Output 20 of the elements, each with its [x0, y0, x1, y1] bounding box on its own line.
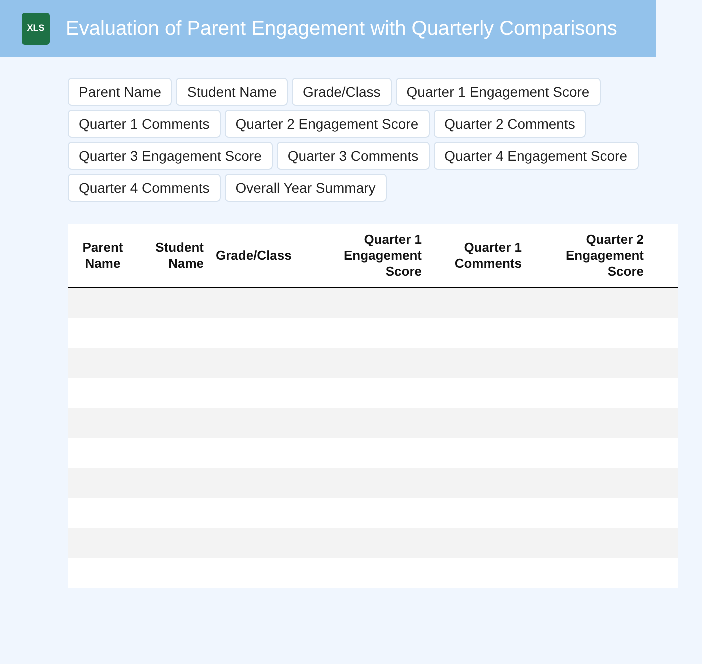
field-chip: Quarter 3 Comments [276, 142, 430, 170]
field-chip: Grade/Class [292, 78, 392, 106]
field-chip: Quarter 2 Comments [434, 110, 586, 138]
field-chip: Quarter 4 Engagement Score [434, 142, 638, 170]
column-header: Parent Name [82, 240, 124, 272]
page-title: Evaluation of Parent Engagement with Quarterly Comparisons [66, 16, 618, 42]
field-chip: Quarter 3 Engagement Score [68, 142, 273, 170]
field-chip: Overall Year Summary [224, 174, 387, 202]
field-chip: Quarter 1 Engagement Score [396, 78, 601, 106]
column-header: Quarter 2 Engagement Score [564, 232, 645, 280]
field-chip: Parent Name [68, 78, 172, 106]
field-chip: Quarter 1 Comments [68, 110, 221, 138]
column-header: Quarter 1 Comments [454, 240, 523, 272]
field-chip: Student Name [176, 78, 288, 106]
column-header: Grade/Class [215, 248, 293, 264]
spreadsheet-file-icon: XLS [22, 12, 50, 44]
column-header: Quarter 1 Engagement Score [342, 232, 423, 280]
column-header: Student Name [154, 240, 205, 272]
field-chip: Quarter 2 Engagement Score [224, 110, 430, 138]
field-chip: Quarter 4 Comments [68, 174, 221, 202]
